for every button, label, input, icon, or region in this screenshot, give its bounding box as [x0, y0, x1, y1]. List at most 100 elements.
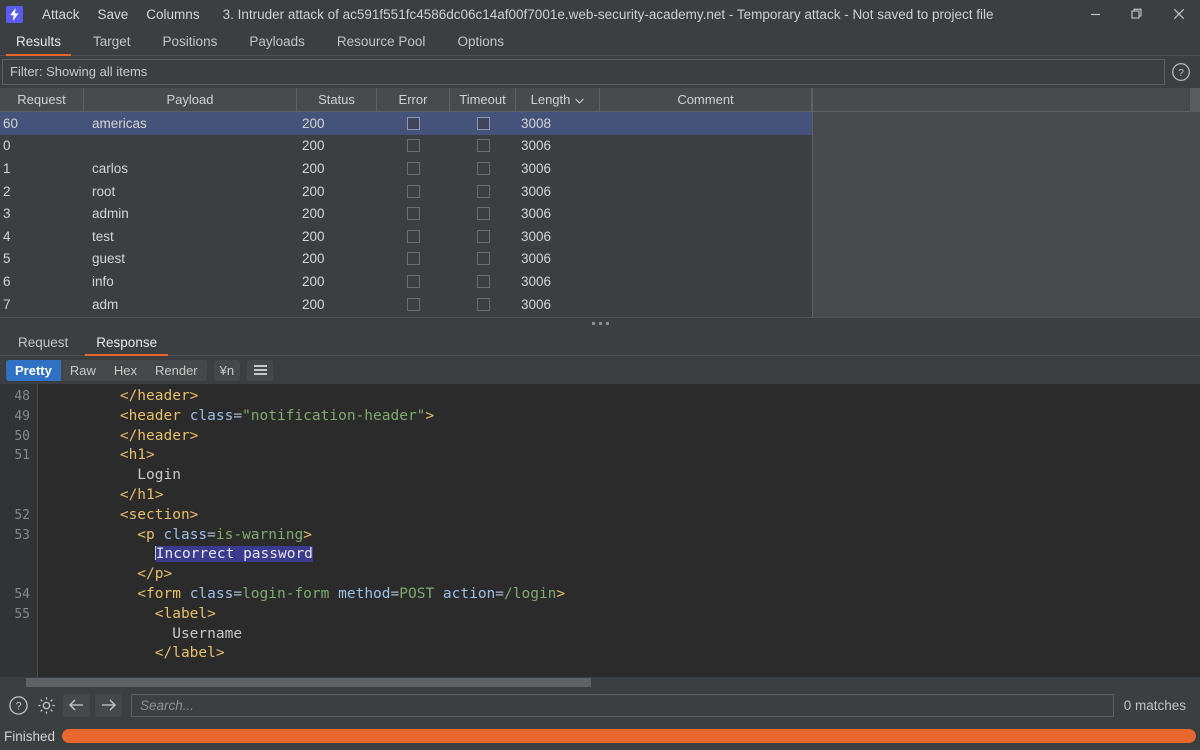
- svg-text:?: ?: [1178, 67, 1184, 79]
- cell-request: 6: [3, 273, 11, 289]
- attack-progress-bar: [62, 729, 1196, 743]
- search-next-button[interactable]: [95, 693, 122, 717]
- cell-error: [377, 135, 450, 158]
- line-number: 55: [14, 606, 30, 622]
- cell-status: 200: [302, 228, 325, 244]
- code-token: >: [303, 526, 312, 543]
- line-number: [0, 644, 37, 664]
- timeout-checkbox[interactable]: [476, 184, 490, 198]
- code-line: Incorrect password: [50, 545, 1200, 565]
- response-body-code[interactable]: </header> <header class="notification-he…: [38, 384, 1200, 677]
- code-token: login-form: [242, 585, 330, 602]
- cell-timeout: [450, 180, 516, 203]
- cell-comment[interactable]: [600, 225, 812, 248]
- cell-length: 3006: [521, 251, 552, 267]
- timeout-checkbox[interactable]: [476, 252, 490, 266]
- line-number: 50: [14, 428, 30, 444]
- menu-burger-button[interactable]: [247, 359, 274, 381]
- code-token: /login: [504, 585, 557, 602]
- cell-status: 200: [302, 160, 325, 176]
- help-icon[interactable]: ?: [6, 693, 30, 717]
- restore-button[interactable]: [1116, 0, 1158, 28]
- column-header-length[interactable]: Length: [516, 88, 600, 111]
- cell-payload: root: [92, 183, 116, 199]
- cell-comment[interactable]: [600, 157, 812, 180]
- close-button[interactable]: [1158, 0, 1200, 28]
- cell-error: [377, 293, 450, 316]
- column-header-status[interactable]: Status: [297, 88, 377, 111]
- tab-results[interactable]: Results: [0, 31, 77, 56]
- cell-timeout: [450, 135, 516, 158]
- column-header-comment[interactable]: Comment: [600, 88, 812, 111]
- panel-splitter[interactable]: [0, 317, 1200, 329]
- filter-bar[interactable]: Filter: Showing all items: [2, 58, 1165, 85]
- search-input[interactable]: Search...: [131, 693, 1114, 717]
- cell-payload: [84, 135, 297, 158]
- error-checkbox[interactable]: [407, 274, 420, 288]
- scrollbar-thumb[interactable]: [26, 678, 591, 687]
- error-checkbox[interactable]: [407, 207, 420, 221]
- error-checkbox[interactable]: [407, 184, 420, 198]
- help-icon[interactable]: ?: [1170, 61, 1192, 83]
- timeout-checkbox[interactable]: [476, 229, 490, 243]
- cell-comment[interactable]: [600, 293, 812, 316]
- timeout-checkbox[interactable]: [476, 116, 490, 130]
- cell-comment[interactable]: [600, 202, 812, 225]
- vertical-scrollbar[interactable]: [1190, 88, 1200, 112]
- error-checkbox[interactable]: [407, 297, 420, 311]
- timeout-checkbox[interactable]: [476, 297, 490, 311]
- timeout-checkbox[interactable]: [476, 161, 490, 175]
- column-header-error[interactable]: Error: [377, 88, 450, 111]
- response-viewer: 48 49 50 51 52 53 54 55 </header> <heade…: [0, 384, 1200, 688]
- code-line: Username: [50, 625, 1200, 645]
- timeout-checkbox[interactable]: [476, 139, 490, 153]
- code-token: =: [207, 526, 216, 543]
- column-header-timeout[interactable]: Timeout: [450, 88, 516, 111]
- column-header-payload[interactable]: Payload: [84, 88, 297, 111]
- cell-status: 200: [302, 206, 325, 222]
- menu-columns[interactable]: Columns: [137, 5, 208, 24]
- tab-payloads[interactable]: Payloads: [233, 31, 321, 55]
- minimize-button[interactable]: [1074, 0, 1116, 28]
- error-checkbox[interactable]: [407, 161, 420, 175]
- burp-lightning-icon: [6, 5, 23, 23]
- column-header-request[interactable]: Request: [0, 88, 84, 111]
- line-number-gutter: 48 49 50 51 52 53 54 55: [0, 384, 38, 677]
- tab-request[interactable]: Request: [4, 332, 82, 355]
- cell-length: 3006: [521, 296, 552, 312]
- gear-icon[interactable]: [34, 693, 58, 717]
- error-checkbox[interactable]: [407, 252, 420, 266]
- tab-response[interactable]: Response: [82, 332, 171, 356]
- view-pretty-button[interactable]: Pretty: [6, 359, 61, 381]
- tab-positions[interactable]: Positions: [147, 31, 234, 55]
- cell-comment[interactable]: [600, 180, 812, 203]
- timeout-checkbox[interactable]: [476, 207, 490, 221]
- view-raw-button[interactable]: Raw: [61, 360, 105, 381]
- code-token: class: [189, 407, 234, 424]
- tab-target[interactable]: Target: [77, 31, 147, 55]
- code-token: </label>: [50, 645, 225, 662]
- view-hex-button[interactable]: Hex: [105, 360, 146, 381]
- search-prev-button[interactable]: [63, 693, 90, 717]
- cell-comment[interactable]: [600, 135, 812, 158]
- newline-toggle-button[interactable]: ¥n: [213, 359, 241, 381]
- timeout-checkbox[interactable]: [476, 274, 490, 288]
- error-checkbox[interactable]: [407, 139, 420, 153]
- view-render-button[interactable]: Render: [146, 360, 207, 381]
- menu-save[interactable]: Save: [89, 5, 138, 24]
- code-token: =: [233, 407, 243, 424]
- error-checkbox[interactable]: [407, 116, 420, 130]
- menu-attack[interactable]: Attack: [33, 5, 89, 24]
- line-number: 51: [14, 448, 30, 464]
- error-checkbox[interactable]: [407, 229, 420, 243]
- cell-comment[interactable]: [600, 270, 812, 293]
- line-number: [0, 625, 37, 645]
- tab-options[interactable]: Options: [441, 31, 520, 55]
- horizontal-scrollbar[interactable]: [0, 677, 1200, 688]
- code-token: Login: [50, 467, 181, 484]
- tab-resource-pool[interactable]: Resource Pool: [321, 31, 442, 55]
- cell-status: 200: [302, 251, 325, 267]
- cell-payload: test: [92, 228, 114, 244]
- cell-comment[interactable]: [600, 112, 812, 135]
- cell-comment[interactable]: [600, 248, 812, 271]
